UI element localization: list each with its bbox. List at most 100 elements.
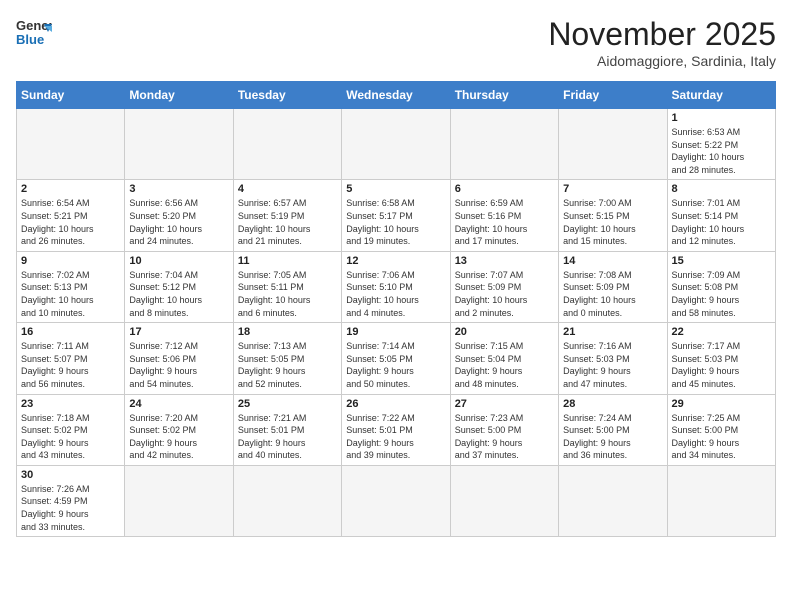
calendar-cell: 9 Sunrise: 7:02 AM Sunset: 5:13 PM Daylig… <box>17 251 125 322</box>
day-info: Sunrise: 7:05 AM Sunset: 5:11 PM Dayligh… <box>238 269 337 319</box>
month-title: November 2025 <box>548 16 776 53</box>
calendar-cell: 23 Sunrise: 7:18 AM Sunset: 5:02 PM Dayli… <box>17 394 125 465</box>
calendar-header-row: SundayMondayTuesdayWednesdayThursdayFrid… <box>17 82 776 109</box>
day-number: 28 <box>563 398 662 410</box>
day-number: 1 <box>672 112 771 124</box>
column-header-friday: Friday <box>559 82 667 109</box>
day-number: 17 <box>129 326 228 338</box>
calendar-week-row: 23 Sunrise: 7:18 AM Sunset: 5:02 PM Dayli… <box>17 394 776 465</box>
calendar-cell: 21 Sunrise: 7:16 AM Sunset: 5:03 PM Dayli… <box>559 323 667 394</box>
calendar-cell: 8 Sunrise: 7:01 AM Sunset: 5:14 PM Daylig… <box>667 180 775 251</box>
day-info: Sunrise: 7:11 AM Sunset: 5:07 PM Dayligh… <box>21 340 120 390</box>
calendar-week-row: 2Sunrise: 6:54 AM Sunset: 5:21 PM Daylig… <box>17 180 776 251</box>
day-info: Sunrise: 6:57 AM Sunset: 5:19 PM Dayligh… <box>238 197 337 247</box>
calendar-cell <box>233 109 341 180</box>
calendar-cell <box>342 109 450 180</box>
day-number: 22 <box>672 326 771 338</box>
calendar-cell: 30Sunrise: 7:26 AM Sunset: 4:59 PM Dayli… <box>17 465 125 536</box>
day-info: Sunrise: 7:06 AM Sunset: 5:10 PM Dayligh… <box>346 269 445 319</box>
day-number: 12 <box>346 255 445 267</box>
day-number: 2 <box>21 183 120 195</box>
day-info: Sunrise: 7:09 AM Sunset: 5:08 PM Dayligh… <box>672 269 771 319</box>
calendar-cell: 26 Sunrise: 7:22 AM Sunset: 5:01 PM Dayli… <box>342 394 450 465</box>
calendar-cell: 27Sunrise: 7:23 AM Sunset: 5:00 PM Dayli… <box>450 394 558 465</box>
calendar-week-row: 30Sunrise: 7:26 AM Sunset: 4:59 PM Dayli… <box>17 465 776 536</box>
calendar-week-row: 1 Sunrise: 6:53 AM Sunset: 5:22 PM Daylig… <box>17 109 776 180</box>
day-number: 14 <box>563 255 662 267</box>
calendar-cell <box>125 109 233 180</box>
day-number: 4 <box>238 183 337 195</box>
location: Aidomaggiore, Sardinia, Italy <box>548 53 776 69</box>
calendar-cell: 25Sunrise: 7:21 AM Sunset: 5:01 PM Dayli… <box>233 394 341 465</box>
calendar-cell: 29Sunrise: 7:25 AM Sunset: 5:00 PM Dayli… <box>667 394 775 465</box>
day-number: 20 <box>455 326 554 338</box>
day-number: 16 <box>21 326 120 338</box>
calendar-cell: 12 Sunrise: 7:06 AM Sunset: 5:10 PM Dayli… <box>342 251 450 322</box>
day-info: Sunrise: 7:17 AM Sunset: 5:03 PM Dayligh… <box>672 340 771 390</box>
column-header-sunday: Sunday <box>17 82 125 109</box>
calendar-cell <box>559 465 667 536</box>
day-info: Sunrise: 6:59 AM Sunset: 5:16 PM Dayligh… <box>455 197 554 247</box>
day-info: Sunrise: 7:16 AM Sunset: 5:03 PM Dayligh… <box>563 340 662 390</box>
column-header-saturday: Saturday <box>667 82 775 109</box>
day-info: Sunrise: 6:53 AM Sunset: 5:22 PM Dayligh… <box>672 126 771 176</box>
day-number: 6 <box>455 183 554 195</box>
calendar-cell: 10 Sunrise: 7:04 AM Sunset: 5:12 PM Dayli… <box>125 251 233 322</box>
day-info: Sunrise: 7:22 AM Sunset: 5:01 PM Dayligh… <box>346 412 445 462</box>
calendar-cell <box>450 465 558 536</box>
day-info: Sunrise: 7:04 AM Sunset: 5:12 PM Dayligh… <box>129 269 228 319</box>
day-info: Sunrise: 7:12 AM Sunset: 5:06 PM Dayligh… <box>129 340 228 390</box>
day-number: 27 <box>455 398 554 410</box>
logo: General Blue <box>16 16 52 52</box>
calendar-cell: 4 Sunrise: 6:57 AM Sunset: 5:19 PM Daylig… <box>233 180 341 251</box>
calendar-cell: 2Sunrise: 6:54 AM Sunset: 5:21 PM Daylig… <box>17 180 125 251</box>
day-number: 23 <box>21 398 120 410</box>
calendar-cell: 15Sunrise: 7:09 AM Sunset: 5:08 PM Dayli… <box>667 251 775 322</box>
calendar-cell: 11 Sunrise: 7:05 AM Sunset: 5:11 PM Dayli… <box>233 251 341 322</box>
day-info: Sunrise: 7:20 AM Sunset: 5:02 PM Dayligh… <box>129 412 228 462</box>
day-info: Sunrise: 7:15 AM Sunset: 5:04 PM Dayligh… <box>455 340 554 390</box>
column-header-tuesday: Tuesday <box>233 82 341 109</box>
day-number: 26 <box>346 398 445 410</box>
calendar-cell <box>125 465 233 536</box>
day-info: Sunrise: 7:07 AM Sunset: 5:09 PM Dayligh… <box>455 269 554 319</box>
day-info: Sunrise: 6:58 AM Sunset: 5:17 PM Dayligh… <box>346 197 445 247</box>
day-number: 13 <box>455 255 554 267</box>
calendar-cell: 6 Sunrise: 6:59 AM Sunset: 5:16 PM Daylig… <box>450 180 558 251</box>
day-number: 11 <box>238 255 337 267</box>
calendar-cell: 5Sunrise: 6:58 AM Sunset: 5:17 PM Daylig… <box>342 180 450 251</box>
calendar-cell: 3Sunrise: 6:56 AM Sunset: 5:20 PM Daylig… <box>125 180 233 251</box>
calendar-week-row: 9 Sunrise: 7:02 AM Sunset: 5:13 PM Daylig… <box>17 251 776 322</box>
day-number: 29 <box>672 398 771 410</box>
column-header-thursday: Thursday <box>450 82 558 109</box>
day-number: 30 <box>21 469 120 481</box>
calendar-week-row: 16 Sunrise: 7:11 AM Sunset: 5:07 PM Dayli… <box>17 323 776 394</box>
day-number: 10 <box>129 255 228 267</box>
day-info: Sunrise: 7:14 AM Sunset: 5:05 PM Dayligh… <box>346 340 445 390</box>
day-info: Sunrise: 7:24 AM Sunset: 5:00 PM Dayligh… <box>563 412 662 462</box>
calendar-cell: 16 Sunrise: 7:11 AM Sunset: 5:07 PM Dayli… <box>17 323 125 394</box>
calendar-cell <box>450 109 558 180</box>
calendar-cell: 7Sunrise: 7:00 AM Sunset: 5:15 PM Daylig… <box>559 180 667 251</box>
logo-icon: General Blue <box>16 16 52 52</box>
column-header-wednesday: Wednesday <box>342 82 450 109</box>
title-block: November 2025 Aidomaggiore, Sardinia, It… <box>548 16 776 69</box>
day-info: Sunrise: 7:01 AM Sunset: 5:14 PM Dayligh… <box>672 197 771 247</box>
calendar: SundayMondayTuesdayWednesdayThursdayFrid… <box>16 81 776 537</box>
calendar-cell: 28 Sunrise: 7:24 AM Sunset: 5:00 PM Dayli… <box>559 394 667 465</box>
day-number: 25 <box>238 398 337 410</box>
day-info: Sunrise: 7:18 AM Sunset: 5:02 PM Dayligh… <box>21 412 120 462</box>
day-number: 21 <box>563 326 662 338</box>
day-number: 8 <box>672 183 771 195</box>
day-info: Sunrise: 7:08 AM Sunset: 5:09 PM Dayligh… <box>563 269 662 319</box>
calendar-cell: 20 Sunrise: 7:15 AM Sunset: 5:04 PM Dayli… <box>450 323 558 394</box>
column-header-monday: Monday <box>125 82 233 109</box>
day-number: 18 <box>238 326 337 338</box>
calendar-cell <box>559 109 667 180</box>
day-number: 9 <box>21 255 120 267</box>
calendar-cell: 14 Sunrise: 7:08 AM Sunset: 5:09 PM Dayli… <box>559 251 667 322</box>
svg-text:Blue: Blue <box>16 32 44 47</box>
calendar-cell: 13 Sunrise: 7:07 AM Sunset: 5:09 PM Dayli… <box>450 251 558 322</box>
day-info: Sunrise: 7:02 AM Sunset: 5:13 PM Dayligh… <box>21 269 120 319</box>
calendar-cell: 19Sunrise: 7:14 AM Sunset: 5:05 PM Dayli… <box>342 323 450 394</box>
